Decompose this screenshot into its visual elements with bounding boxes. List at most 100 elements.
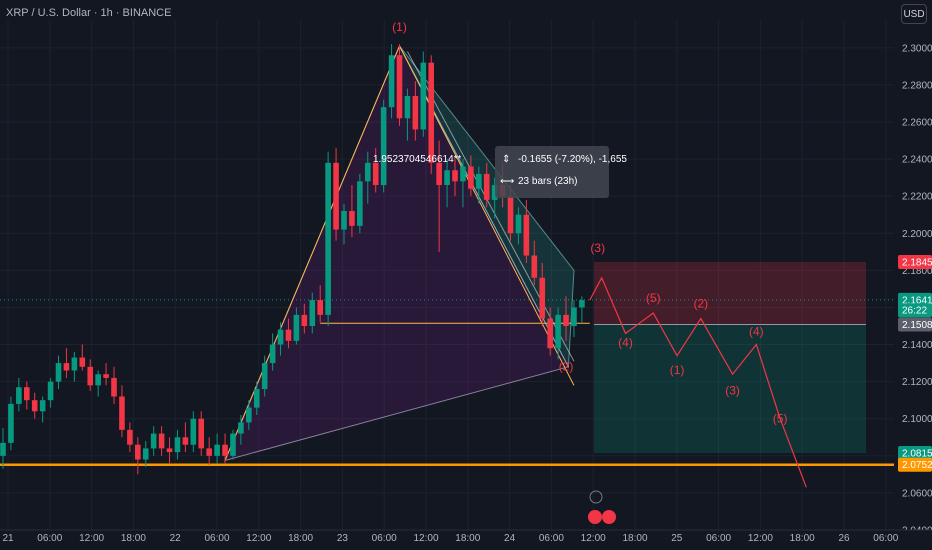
candle-body (269, 344, 276, 364)
candle-body (261, 363, 268, 390)
price-tag-label: 2.0752 (902, 460, 932, 471)
candle-body (468, 166, 474, 189)
time-tick-label: 25 (671, 533, 683, 544)
candle-body (301, 314, 308, 326)
candle-body (71, 357, 78, 371)
wave-label: (1) (670, 363, 685, 377)
candle-body (483, 173, 490, 200)
candle-body (246, 407, 252, 423)
candle-body (79, 357, 86, 367)
price-tick-label: 2.1200 (902, 377, 932, 388)
ruler-icon: ⇕ (502, 154, 510, 165)
chart-canvas[interactable]: (1) (2) (3) (5) (4) (2) (1) (4) (3) (5) 2.3000 2.2… (0, 0, 932, 550)
wave-label: (3) (725, 384, 740, 398)
wave-label: (5) (646, 291, 661, 305)
time-tick-label: 12:00 (79, 533, 104, 544)
candle-body (364, 162, 371, 182)
time-tick-label: 12:00 (413, 533, 438, 544)
candle-body (111, 377, 117, 397)
wave-label: (3) (590, 241, 605, 255)
candle-body (396, 55, 403, 119)
candle-body (214, 444, 220, 456)
candle-body (428, 62, 435, 163)
time-tick-label: 06:00 (706, 533, 731, 544)
price-tick-label: 2.1400 (902, 340, 932, 351)
time-tick-label: 12:00 (581, 533, 606, 544)
candle-body (325, 162, 331, 315)
time-axis[interactable]: 21 06:00 12:00 18:00 22 06:00 12:00 18:00 23 06:0… (0, 490, 932, 550)
candle-body (333, 162, 339, 230)
candle-body (119, 396, 125, 430)
time-tick-label: 18:00 (121, 533, 146, 544)
harmonic-value-label: 1.9523704546614** (373, 154, 462, 165)
candle-body (158, 433, 165, 449)
candle-body (404, 96, 411, 119)
wave-label: (4) (618, 335, 633, 349)
us-flag-icon (602, 510, 616, 524)
candle-body (135, 444, 141, 460)
price-tick-label: 2.2000 (902, 229, 932, 240)
us-flag-icon (588, 510, 602, 524)
candle-body (341, 211, 347, 230)
candle-body (452, 170, 458, 182)
wave-label: (5) (773, 411, 788, 425)
candle-body (166, 448, 173, 453)
candle-body (127, 429, 133, 445)
price-tick-label: 2.2400 (902, 155, 932, 166)
price-tick-label: 2.2800 (902, 80, 932, 91)
time-tick-label: 12:00 (748, 533, 773, 544)
candle-body (230, 433, 236, 456)
candle-body (515, 214, 522, 234)
currency-button[interactable]: USD (901, 4, 927, 24)
candle-body (23, 387, 30, 401)
candle-body (39, 400, 46, 412)
candle-body (380, 107, 387, 186)
candle-body (507, 196, 514, 234)
candle-body (539, 277, 546, 319)
price-tick-label: 2.3000 (902, 43, 932, 54)
candle-body (142, 448, 149, 460)
candle-body (444, 170, 450, 186)
time-tick-label: 06:00 (37, 533, 62, 544)
time-tick-label: 26 (838, 533, 850, 544)
candle-body (460, 166, 466, 182)
candle-body (531, 255, 538, 278)
candle-body (563, 314, 569, 326)
candle-body (349, 211, 355, 226)
time-tick-label: 22 (170, 533, 182, 544)
candle-body (579, 300, 585, 308)
candle-body (412, 96, 419, 130)
candle-body (222, 444, 228, 456)
price-tick-label: 2.0600 (902, 488, 932, 499)
candle-body (238, 422, 244, 434)
wave-label: (1) (392, 20, 407, 34)
time-tick-label: 24 (504, 533, 516, 544)
candle-body (253, 389, 260, 408)
bars-icon: ⟷ (500, 176, 514, 187)
candle-body (63, 363, 70, 371)
time-tick-label: 06:00 (873, 533, 898, 544)
price-tick-label: 2.1000 (902, 414, 932, 425)
candle-body (0, 442, 6, 456)
candle-body (555, 314, 561, 349)
candle-body (309, 300, 316, 326)
wave-label: (4) (749, 324, 764, 338)
time-tick-label: 23 (337, 533, 349, 544)
candle-body (95, 374, 101, 386)
candle-body (55, 363, 62, 382)
time-tick-label: 21 (2, 533, 14, 544)
candle-body (103, 374, 109, 378)
stop-loss-zone (594, 262, 866, 325)
candle-body (476, 173, 482, 189)
candle-body (16, 387, 22, 404)
candle-body (317, 300, 323, 315)
candle-body (47, 381, 54, 401)
wave-label: (2) (694, 296, 709, 310)
price-tick-label: 2.2600 (902, 118, 932, 129)
candle-body (388, 55, 395, 108)
time-tick-label: 06:00 (539, 533, 564, 544)
candle-body (190, 418, 197, 445)
candle-body (206, 448, 212, 456)
wave-label: (2) (559, 360, 574, 374)
time-tick-label: 18:00 (455, 533, 480, 544)
